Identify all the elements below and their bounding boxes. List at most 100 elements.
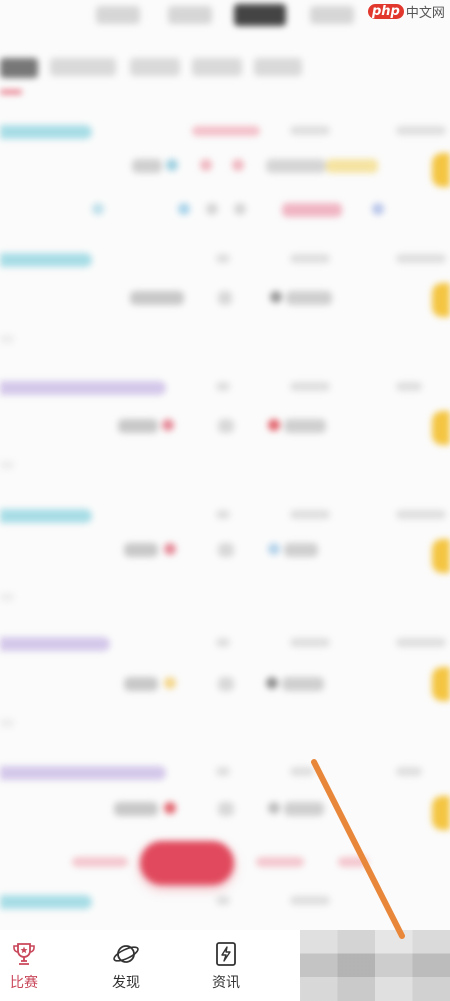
match-card[interactable] bbox=[0, 381, 450, 491]
vs bbox=[218, 419, 234, 433]
match-time bbox=[290, 382, 330, 391]
team-dot bbox=[166, 159, 178, 171]
filter-chip[interactable] bbox=[50, 58, 116, 76]
team-dot bbox=[164, 543, 176, 555]
match-card[interactable] bbox=[0, 895, 450, 925]
stat-dot bbox=[206, 203, 218, 215]
tab-2[interactable] bbox=[96, 6, 140, 24]
score-row bbox=[0, 677, 450, 703]
match-status bbox=[216, 254, 230, 263]
nav-label-discover: 发现 bbox=[112, 976, 140, 991]
team-dot bbox=[270, 291, 282, 303]
score-row bbox=[0, 543, 450, 569]
filter-chip-active[interactable] bbox=[0, 58, 38, 78]
match-card[interactable] bbox=[0, 637, 450, 747]
team-name bbox=[284, 543, 318, 557]
team-name bbox=[284, 802, 324, 816]
floating-action-row bbox=[0, 833, 450, 889]
filter-chip[interactable] bbox=[254, 58, 302, 76]
league-bar bbox=[0, 895, 92, 909]
match-time bbox=[290, 896, 330, 905]
row-marker bbox=[0, 593, 14, 601]
watermark-logo: php bbox=[368, 3, 404, 19]
team-name bbox=[130, 291, 184, 305]
news-lightning-icon bbox=[216, 942, 236, 966]
match-time bbox=[290, 126, 330, 135]
match-meta bbox=[396, 126, 446, 135]
app-screen: 比赛 发现 资讯 php 中文网 bbox=[0, 0, 450, 1001]
match-meta bbox=[396, 254, 446, 263]
team-dot bbox=[200, 159, 212, 171]
match-status bbox=[216, 510, 230, 519]
favorite-pill[interactable] bbox=[432, 153, 450, 187]
nav-item-match[interactable]: 比赛 bbox=[0, 940, 52, 998]
stat-dot bbox=[372, 203, 384, 215]
score-row bbox=[0, 419, 450, 445]
watermark-text: 中文网 bbox=[405, 5, 445, 21]
vs bbox=[218, 291, 232, 305]
status-tag bbox=[192, 126, 260, 136]
odds bbox=[266, 159, 326, 173]
favorite-pill[interactable] bbox=[432, 796, 450, 830]
nav-item-news[interactable]: 资讯 bbox=[198, 940, 254, 998]
nav-label-news: 资讯 bbox=[212, 976, 240, 991]
filter-underline bbox=[0, 90, 22, 94]
match-meta bbox=[396, 382, 422, 391]
team-name bbox=[284, 419, 326, 433]
match-card[interactable] bbox=[0, 253, 450, 363]
row-marker bbox=[0, 335, 14, 343]
match-card[interactable] bbox=[0, 509, 450, 619]
favorite-pill[interactable] bbox=[432, 411, 450, 445]
match-status bbox=[216, 638, 230, 647]
league-bar bbox=[0, 253, 92, 267]
stat-dot bbox=[178, 203, 190, 215]
favorite-pill[interactable] bbox=[432, 539, 450, 573]
favorite-pill[interactable] bbox=[432, 283, 450, 317]
match-time bbox=[290, 638, 330, 647]
team-dot bbox=[268, 543, 280, 555]
match-list-blurred bbox=[0, 0, 450, 930]
pixelated-region bbox=[300, 930, 450, 1001]
match-card[interactable] bbox=[0, 125, 450, 235]
team-name bbox=[114, 802, 158, 816]
team-name bbox=[124, 677, 158, 691]
stat-dot bbox=[234, 203, 246, 215]
tab-3[interactable] bbox=[168, 6, 212, 24]
team-name bbox=[118, 419, 158, 433]
site-watermark: php 中文网 bbox=[368, 0, 445, 22]
match-status bbox=[216, 767, 230, 776]
match-status bbox=[216, 896, 230, 905]
action-right-2[interactable] bbox=[338, 857, 368, 867]
vs bbox=[218, 543, 234, 557]
match-time bbox=[290, 254, 330, 263]
team-dot bbox=[268, 419, 280, 431]
team-dot bbox=[232, 159, 244, 171]
filter-chip[interactable] bbox=[130, 58, 180, 76]
team-dot bbox=[268, 802, 280, 814]
team-name bbox=[286, 291, 332, 305]
team-dot bbox=[164, 802, 176, 814]
league-bar bbox=[0, 637, 110, 651]
match-time bbox=[290, 510, 330, 519]
score-row bbox=[0, 291, 450, 317]
filter-chip[interactable] bbox=[192, 58, 242, 76]
stats-row bbox=[0, 203, 450, 229]
team-name bbox=[124, 543, 158, 557]
score bbox=[132, 159, 162, 173]
action-right[interactable] bbox=[256, 857, 304, 867]
tab-active[interactable] bbox=[234, 4, 286, 26]
team-dot bbox=[266, 677, 278, 689]
stat-bar bbox=[282, 203, 342, 217]
trophy-icon bbox=[13, 943, 35, 965]
vs bbox=[218, 802, 234, 816]
league-bar bbox=[0, 125, 92, 139]
nav-label-match: 比赛 bbox=[10, 976, 38, 991]
odds-highlight bbox=[326, 159, 378, 173]
match-time bbox=[290, 767, 314, 776]
nav-item-discover[interactable]: 发现 bbox=[98, 940, 154, 998]
action-left[interactable] bbox=[72, 857, 128, 867]
primary-action-button[interactable] bbox=[140, 841, 234, 885]
tab-4[interactable] bbox=[310, 6, 354, 24]
favorite-pill[interactable] bbox=[432, 667, 450, 701]
stat-dot bbox=[92, 203, 104, 215]
